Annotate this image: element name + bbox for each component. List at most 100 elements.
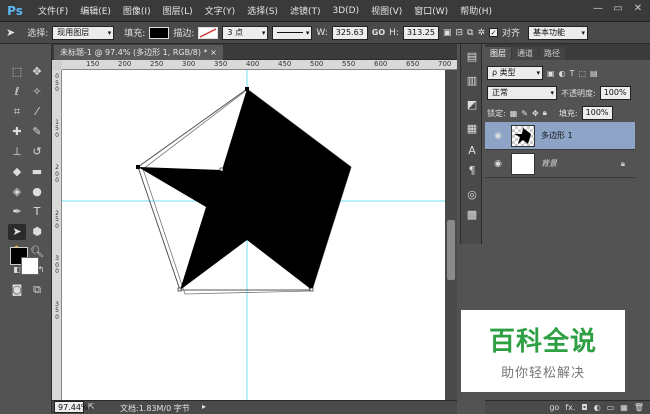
select-dropdown[interactable]: 现用图层 ▾ [52,25,115,40]
opacity-field[interactable]: 100% [599,86,631,100]
doc-info-text[interactable]: 文档:1.83M/0 字节 [120,403,190,414]
anchor-point-inner[interactable] [219,167,224,172]
adjust-icon[interactable]: ◩ [464,98,480,114]
eyedropper-icon[interactable]: ⁄ [28,104,46,120]
magic-wand-icon[interactable]: ✧ [28,84,46,100]
workspace-dropdown[interactable]: 基本功能 ▾ [528,25,589,40]
restore-button[interactable]: ▭ [610,3,626,17]
scrollbar-thumb[interactable] [447,220,455,280]
menu-type[interactable]: 文字(Y) [199,4,242,17]
menu-help[interactable]: 帮助(H) [454,4,498,17]
filter-smart-icon[interactable]: ▤ [590,69,598,78]
vertical-ruler[interactable]: 0 5 0 1 5 0 2 0 0 2 5 0 3 0 0 3 5 0 [52,70,62,400]
path-selection-tool-icon[interactable]: ➤ [8,224,26,240]
anchor-point-bottom-right[interactable] [309,287,314,292]
delete-layer-icon[interactable]: 🗑 [634,403,644,412]
fill-swatch[interactable] [149,26,170,39]
width-field[interactable]: 325.63 [331,25,368,40]
stroke-swatch[interactable] [198,26,219,39]
lock-position-icon[interactable]: ✥ [532,109,539,118]
filter-shape-icon[interactable]: ⬚ [578,69,586,78]
styles-icon[interactable]: ▦ [464,122,480,138]
canvas[interactable] [62,70,445,400]
character-icon[interactable]: A [464,144,480,160]
gradient-tool-icon[interactable]: ▬ [28,164,46,180]
history-icon[interactable]: ▤ [464,50,480,66]
marquee-tool-icon[interactable]: ⬚ [8,64,26,80]
layer-row-polygon[interactable]: ◉ 多边形 1 [485,122,635,150]
layer-name[interactable]: 背景 [541,158,557,169]
layer-row-background[interactable]: ◉ 背景 🔒︎ [485,150,635,178]
blur-tool-icon[interactable]: ◈ [8,184,26,200]
document-tab[interactable]: 未标题-1 @ 97.4% (多边形 1, RGB/8) * × [54,45,223,60]
tab-paths[interactable]: 路径 [539,47,565,60]
clone-stamp-icon[interactable]: ⊥ [8,144,26,160]
menu-layer[interactable]: 图层(L) [157,4,199,17]
path-ops-icon[interactable]: ▣ [443,28,452,38]
history-brush-icon[interactable]: ↺ [28,144,46,160]
blend-mode-dropdown[interactable]: 正常 ▾ [487,86,557,100]
horizontal-ruler[interactable]: 150 200 250 300 350 400 450 500 550 600 … [62,60,457,70]
fx-icon[interactable]: fx. [565,403,575,412]
stroke-type-dropdown[interactable]: ▾ [272,25,313,40]
tab-close-icon[interactable]: × [210,48,217,57]
vertical-scrollbar[interactable] [445,70,457,400]
lock-all-icon[interactable]: 🔒︎ [543,108,547,118]
move-tool-icon[interactable]: ✥ [28,64,46,80]
menu-edit[interactable]: 编辑(E) [74,4,117,17]
grid-icon[interactable]: ▩ [464,208,480,224]
ruler-origin[interactable] [52,60,62,70]
stroke-size-dropdown[interactable]: 3 点 ▾ [222,25,269,40]
anchor-point-left[interactable] [136,165,140,169]
add-mask-icon[interactable]: ◘ [581,403,587,412]
healing-brush-icon[interactable]: ✚ [8,124,26,140]
3d-icon[interactable]: ◎ [464,188,480,204]
menu-filter[interactable]: 滤镜(T) [284,4,327,17]
brush-tool-icon[interactable]: ✎ [28,124,46,140]
height-field[interactable]: 313.25 [402,25,439,40]
lasso-tool-icon[interactable]: ℓ [8,84,26,100]
layer-name[interactable]: 多边形 1 [541,130,573,141]
type-tool-icon[interactable]: T [28,204,46,220]
status-share-icon[interactable]: ⇱ [88,402,95,411]
align-checkbox[interactable]: ✓ [489,28,498,37]
lock-transparent-icon[interactable]: ▦ [510,109,518,118]
eraser-icon[interactable]: ◆ [8,164,26,180]
menu-window[interactable]: 窗口(W) [408,4,454,17]
anchor-point-top[interactable] [245,87,249,91]
close-window-button[interactable]: ✕ [630,3,646,17]
tab-layers[interactable]: 图层 [485,47,511,60]
eye-icon[interactable]: ◉ [491,131,505,141]
link-icon[interactable]: GO [372,28,385,37]
link-layers-icon[interactable]: ɡo [549,403,559,412]
dodge-tool-icon[interactable]: ● [28,184,46,200]
adjustment-layer-icon[interactable]: ◐ [594,403,601,412]
menu-image[interactable]: 图像(I) [117,4,157,17]
menu-3d[interactable]: 3D(D) [326,6,365,16]
fill-field[interactable]: 100% [581,106,613,120]
background-color-swatch[interactable] [21,257,39,275]
menu-file[interactable]: 文件(F) [32,4,74,17]
path-select-tool-icon[interactable]: ➤ [6,26,15,39]
lock-pixels-icon[interactable]: ✎ [521,109,528,118]
eye-icon[interactable]: ◉ [491,159,505,169]
new-group-icon[interactable]: ▭ [607,403,615,412]
gear-icon[interactable]: ✲ [477,28,485,38]
filter-adjust-icon[interactable]: ◐ [559,69,566,78]
properties-icon[interactable]: ▥ [464,74,480,90]
pen-tool-icon[interactable]: ✒ [8,204,26,220]
status-arrow-icon[interactable]: ▸ [202,402,206,411]
path-arrange-icon[interactable]: ⧉ [467,28,473,38]
paragraph-icon[interactable]: ¶ [464,164,480,180]
layer-kind-dropdown[interactable]: ρ 类型 ▾ [487,66,543,80]
quick-mask-icon[interactable]: ◙ [8,282,26,298]
anchor-point-bottom-left[interactable] [177,287,182,292]
menu-view[interactable]: 视图(V) [365,4,408,17]
filter-pixel-icon[interactable]: ▣ [547,69,555,78]
screen-mode-icon[interactable]: ⧉ [28,282,46,298]
menu-select[interactable]: 选择(S) [241,4,284,17]
tab-channels[interactable]: 通道 [512,47,538,60]
zoom-field[interactable]: 97.44% [54,401,89,413]
new-layer-icon[interactable]: ▦ [620,403,628,412]
crop-tool-icon[interactable]: ⌗ [8,104,26,120]
